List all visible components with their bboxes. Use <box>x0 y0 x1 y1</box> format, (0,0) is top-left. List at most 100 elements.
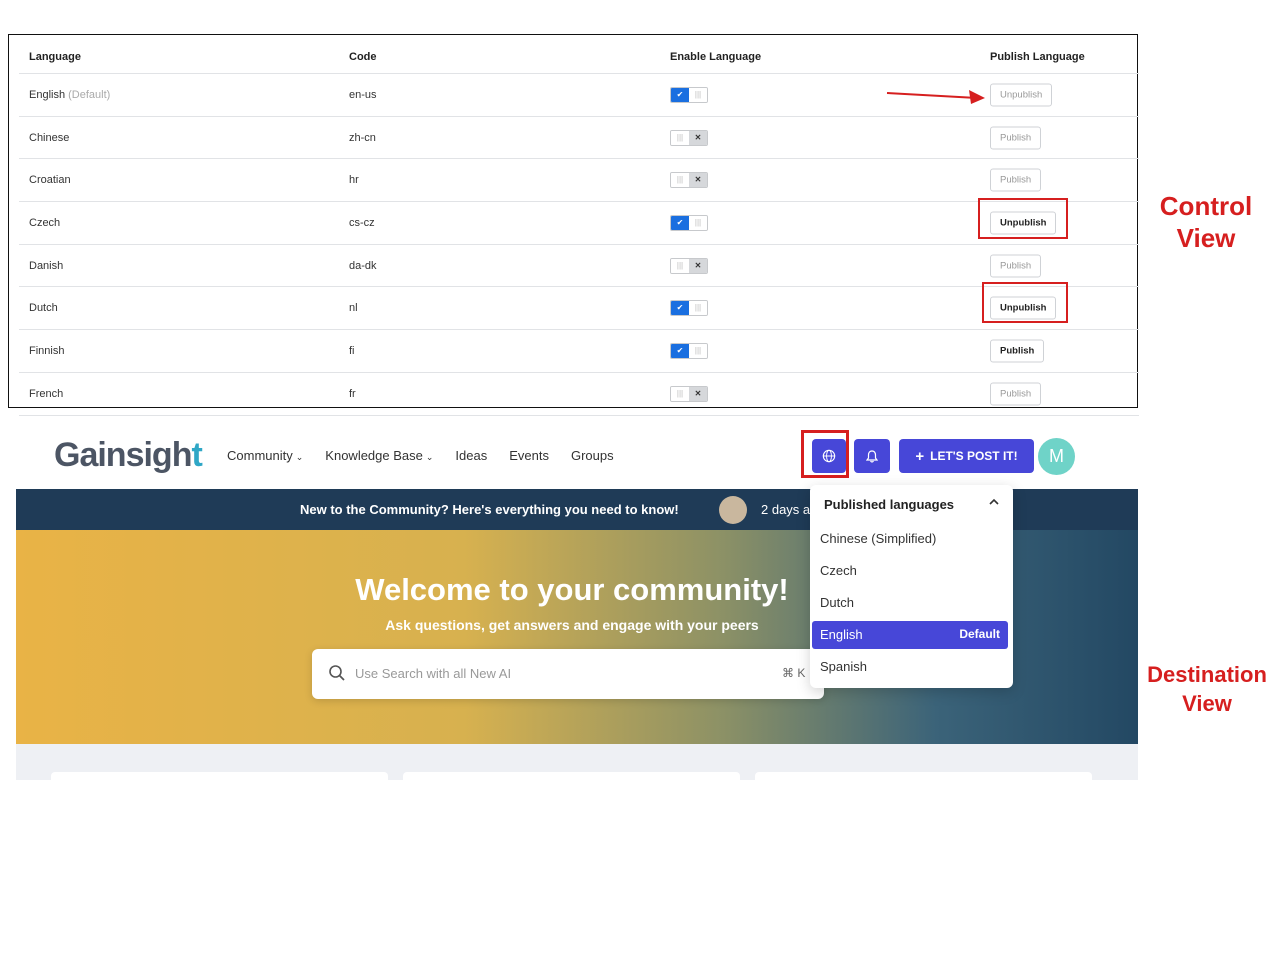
content-area <box>16 744 1138 780</box>
destination-view: Gainsight Community ⌄ Knowledge Base ⌄ Ideas… <box>16 424 1138 780</box>
post-button-label: LET'S POST IT! <box>930 449 1018 463</box>
enable-toggle[interactable]: ||| ✕ <box>670 257 708 274</box>
enable-cell: ||| ✕ <box>670 172 708 189</box>
publish-cell: Unpublish <box>990 83 1053 107</box>
table-row: French fr ||| ✕ Publish <box>19 373 1139 416</box>
close-icon: ✕ <box>689 258 707 273</box>
enable-toggle[interactable]: ||| ✕ <box>670 172 708 189</box>
column-header-code: Code <box>349 51 377 63</box>
banner-time: 2 days a <box>761 502 811 517</box>
check-icon: ✔ <box>671 87 689 102</box>
enable-toggle[interactable]: ✔ ||| <box>670 342 708 359</box>
enable-toggle[interactable]: ||| ✕ <box>670 129 708 146</box>
language-code: cs-cz <box>349 216 375 229</box>
publish-cell: Publish <box>990 254 1042 278</box>
language-option-label: English <box>820 627 863 642</box>
publish-button[interactable]: Publish <box>990 126 1042 150</box>
language-code: nl <box>349 302 358 315</box>
plus-icon: + <box>915 447 925 465</box>
chevron-down-icon: ⌄ <box>295 452 304 462</box>
gainsight-logo[interactable]: Gainsight <box>54 436 203 475</box>
publish-button[interactable]: Publish <box>990 254 1042 278</box>
language-option[interactable]: Dutch <box>812 589 1008 617</box>
search-placeholder: Use Search with all New AI <box>355 666 512 681</box>
enable-cell: ✔ ||| <box>670 342 708 359</box>
nav-item-groups[interactable]: Groups <box>571 448 614 463</box>
language-option[interactable]: Spanish <box>812 653 1008 681</box>
language-code: en-us <box>349 88 377 101</box>
language-option-label: Dutch <box>820 595 854 610</box>
language-option-label: Czech <box>820 563 857 578</box>
nav-item-label: Ideas <box>455 448 488 463</box>
nav-item-community[interactable]: Community ⌄ <box>227 448 303 463</box>
bell-icon <box>866 449 878 463</box>
publish-cell: Publish <box>990 126 1042 150</box>
published-languages-dropdown: Published languages Chinese (Simplified)… <box>810 485 1013 688</box>
enable-cell: ✔ ||| <box>670 86 708 103</box>
content-card[interactable] <box>403 772 740 780</box>
language-name: Finnish <box>29 344 65 357</box>
unpublish-button[interactable]: Unpublish <box>990 83 1053 107</box>
toggle-grip-icon: ||| <box>689 87 707 102</box>
language-code: zh-cn <box>349 131 376 144</box>
content-card[interactable] <box>755 772 1092 780</box>
nav-item-label: Knowledge Base <box>325 448 423 463</box>
language-name: Danish <box>29 259 64 272</box>
table-row: Croatian hr ||| ✕ Publish <box>19 159 1139 203</box>
banner-author-avatar <box>719 496 747 524</box>
language-option[interactable]: English Default <box>812 621 1008 649</box>
language-name: French <box>29 387 64 400</box>
check-icon: ✔ <box>671 343 689 358</box>
highlight-czech-unpublish <box>978 198 1068 239</box>
main-nav: Community ⌄ Knowledge Base ⌄ Ideas Events Grou… <box>227 448 614 463</box>
check-icon: ✔ <box>671 301 689 316</box>
nav-item-knowledge-base[interactable]: Knowledge Base ⌄ <box>325 448 433 463</box>
language-option[interactable]: Czech <box>812 557 1008 585</box>
enable-cell: ||| ✕ <box>670 257 708 274</box>
language-code: fr <box>349 387 356 400</box>
toggle-grip-icon: ||| <box>671 386 689 401</box>
table-row: Dutch nl ✔ ||| Unpublish <box>19 287 1139 331</box>
enable-toggle[interactable]: ✔ ||| <box>670 300 708 317</box>
enable-toggle[interactable]: ✔ ||| <box>670 214 708 231</box>
language-option[interactable]: Chinese (Simplified) <box>812 525 1008 553</box>
table-body: English (Default) en-us ✔ ||| Unpublish Chine… <box>19 74 1139 416</box>
toggle-grip-icon: ||| <box>671 258 689 273</box>
enable-toggle[interactable]: ✔ ||| <box>670 86 708 103</box>
enable-cell: ||| ✕ <box>670 129 708 146</box>
nav-item-ideas[interactable]: Ideas <box>455 448 487 463</box>
enable-toggle[interactable]: ||| ✕ <box>670 385 708 402</box>
column-header-publish: Publish Language <box>990 51 1085 63</box>
table-row: Chinese zh-cn ||| ✕ Publish <box>19 117 1139 160</box>
search-shortcut: ⌘ K <box>782 666 806 680</box>
table-row: Danish da-dk ||| ✕ Publish <box>19 245 1139 288</box>
control-view-label: Control View <box>1159 191 1253 253</box>
publish-button[interactable]: Publish <box>990 339 1045 363</box>
chevron-up-icon[interactable] <box>987 495 1001 509</box>
nav-item-label: Events <box>509 448 549 463</box>
language-option-label: Chinese (Simplified) <box>820 531 937 546</box>
toggle-grip-icon: ||| <box>671 173 689 188</box>
dropdown-header: Published languages <box>824 497 955 512</box>
search-input[interactable]: Use Search with all New AI ⌘ K <box>312 649 824 699</box>
notifications-button[interactable] <box>854 439 890 473</box>
nav-item-events[interactable]: Events <box>509 448 549 463</box>
banner-text[interactable]: New to the Community? Here's everything … <box>300 502 679 517</box>
column-header-language: Language <box>29 51 81 63</box>
enable-cell: ||| ✕ <box>670 385 708 402</box>
user-avatar[interactable]: M <box>1038 438 1075 475</box>
publish-button[interactable]: Publish <box>990 168 1042 192</box>
search-icon <box>329 665 345 681</box>
toggle-grip-icon: ||| <box>689 215 707 230</box>
table-row: Finnish fi ✔ ||| Publish <box>19 330 1139 373</box>
publish-cell: Publish <box>990 382 1042 406</box>
highlight-language-switcher <box>801 430 849 478</box>
publish-button[interactable]: Publish <box>990 382 1042 406</box>
content-card[interactable] <box>51 772 388 780</box>
destination-view-label: Destination View <box>1147 662 1267 716</box>
arrow-right-icon <box>886 90 985 104</box>
language-name: Chinese <box>29 131 70 144</box>
language-name: English (Default) <box>29 88 111 101</box>
lets-post-it-button[interactable]: + LET'S POST IT! <box>899 439 1034 473</box>
language-name: Dutch <box>29 302 58 315</box>
